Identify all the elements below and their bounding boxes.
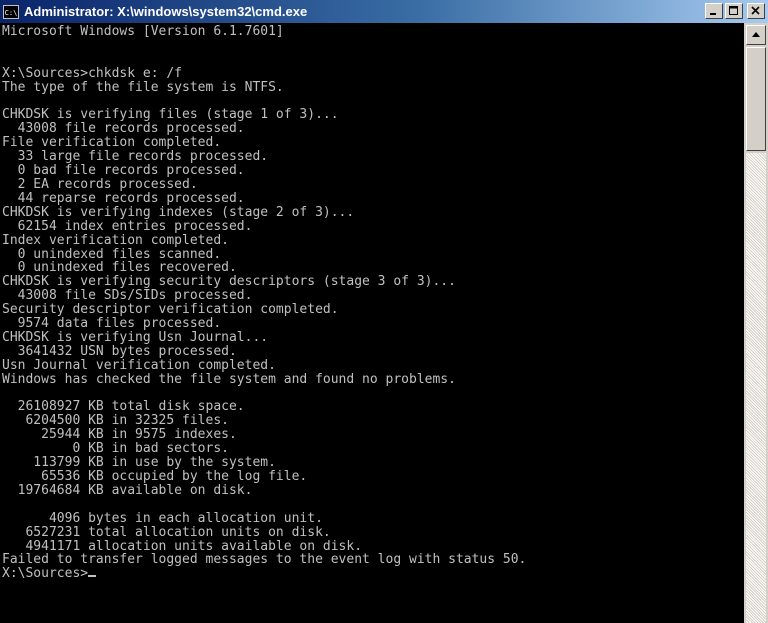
maximize-button[interactable] <box>725 3 743 19</box>
window-controls <box>705 3 765 19</box>
close-button[interactable] <box>747 3 765 19</box>
console-text: Microsoft Windows [Version 6.1.7601] X:\… <box>2 24 527 568</box>
prompt-text: X:\Sources> <box>2 566 89 582</box>
text-cursor <box>88 575 97 578</box>
title-bar[interactable]: C:\ Administrator: X:\windows\system32\c… <box>0 0 768 23</box>
vertical-scrollbar[interactable] <box>744 23 768 623</box>
window-title: Administrator: X:\windows\system32\cmd.e… <box>24 4 308 19</box>
command-prompt[interactable]: X:\Sources> <box>0 567 744 581</box>
scroll-thumb[interactable] <box>746 47 766 151</box>
minimize-icon <box>710 13 716 15</box>
maximize-icon <box>729 6 738 15</box>
console-output[interactable]: Microsoft Windows [Version 6.1.7601] X:\… <box>0 23 744 623</box>
scroll-track[interactable] <box>746 153 766 623</box>
minimize-button[interactable] <box>705 3 723 19</box>
close-icon <box>751 6 760 15</box>
cmd-window: C:\ Administrator: X:\windows\system32\c… <box>0 0 768 623</box>
scroll-up-button[interactable] <box>746 25 766 45</box>
arrow-up-icon <box>752 32 760 37</box>
cmd-icon[interactable]: C:\ <box>3 4 19 19</box>
